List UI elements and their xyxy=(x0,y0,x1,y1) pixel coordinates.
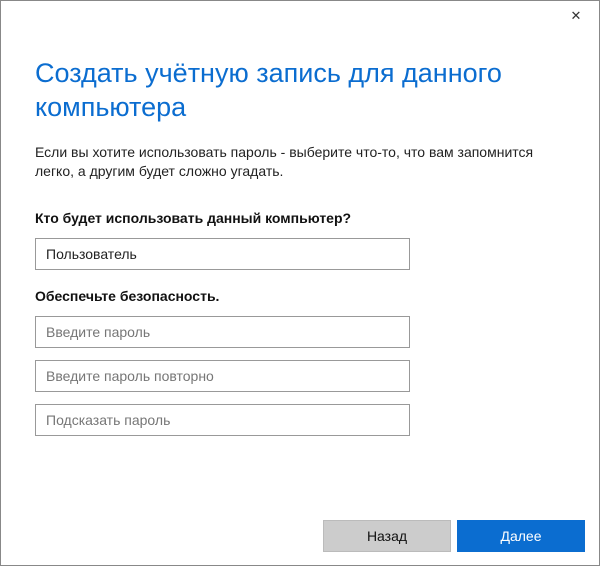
username-field[interactable] xyxy=(35,238,410,270)
back-button[interactable]: Назад xyxy=(323,520,451,552)
create-account-dialog: ✕ Создать учётную запись для данного ком… xyxy=(0,0,600,566)
page-title: Создать учётную запись для данного компь… xyxy=(35,57,565,125)
security-section-label: Обеспечьте безопасность. xyxy=(35,288,565,304)
password-hint-field[interactable] xyxy=(35,404,410,436)
next-button[interactable]: Далее xyxy=(457,520,585,552)
page-description: Если вы хотите использовать пароль - выб… xyxy=(35,143,565,182)
close-icon: ✕ xyxy=(571,8,582,24)
password-confirm-field[interactable] xyxy=(35,360,410,392)
user-section-label: Кто будет использовать данный компьютер? xyxy=(35,210,565,226)
close-button[interactable]: ✕ xyxy=(561,5,591,27)
titlebar: ✕ xyxy=(1,1,599,29)
dialog-content: Создать учётную запись для данного компь… xyxy=(1,29,599,507)
dialog-footer: Назад Далее xyxy=(1,507,599,565)
password-field[interactable] xyxy=(35,316,410,348)
